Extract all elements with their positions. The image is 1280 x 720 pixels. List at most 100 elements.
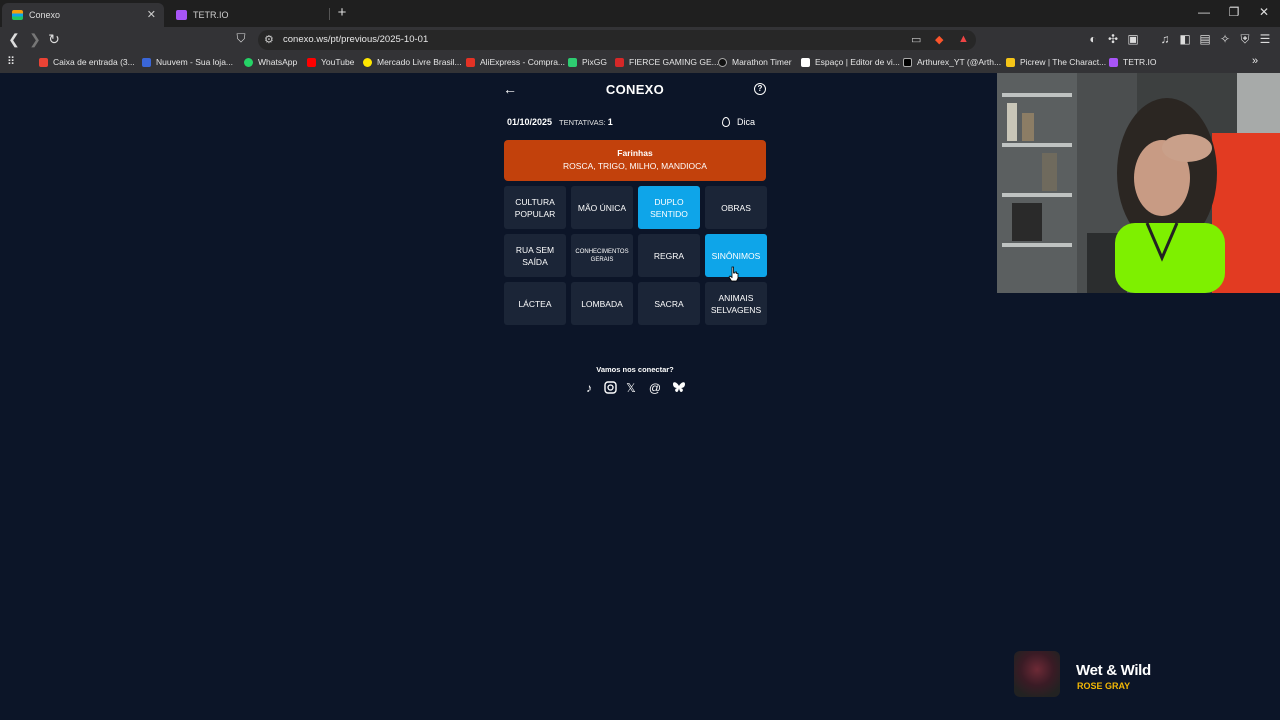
wallet-icon[interactable]: ▤ [1197,32,1213,46]
word-tile[interactable]: ANIMAIS SELVAGENS [705,282,767,325]
word-tile[interactable]: CULTURA POPULAR [504,186,566,229]
bookmark-label: TETR.IO [1123,57,1157,67]
tab-tetrio[interactable]: TETR.IO [166,3,328,27]
marathon-timer-icon [718,57,727,67]
leo-ai-icon[interactable]: ✧ [1217,32,1233,46]
tab-strip: Conexo ✕ TETR.IO + — ❐ ✕ [0,0,1280,27]
bookmark-label: PixGG [582,57,608,67]
bookmark-label: WhatsApp [258,57,298,67]
word-tile-selected[interactable]: DUPLO SENTIDO [638,186,700,229]
site-info-icon[interactable]: ⚙ [264,33,274,46]
url-text: conexo.ws/pt/previous/2025-10-01 [283,34,429,45]
word-tile[interactable]: CONHECIMENTOS GERAIS [571,234,633,277]
attempts-counter: TENTATIVAS: 1 [559,117,613,127]
minimize-icon[interactable]: — [1194,5,1214,19]
bookmark-item[interactable]: FIERCE GAMING GE... [615,57,719,67]
aliexpress-icon [466,57,475,67]
instagram-icon[interactable] [603,381,617,395]
menu-icon[interactable]: ☰ [1257,32,1273,46]
youtube-icon [307,57,316,67]
close-tab-icon[interactable]: ✕ [147,8,156,21]
bookmark-item[interactable]: PixGG [568,57,607,67]
bookmark-item[interactable]: WhatsApp [244,57,297,67]
webcam-overlay [997,73,1280,293]
bookmark-item[interactable]: TETR.IO [1109,57,1157,67]
word-tile[interactable]: OBRAS [705,186,767,229]
word-tile[interactable]: REGRA [638,234,700,277]
bookmark-label: Picrew | The Charact... [1020,57,1107,67]
bookmarks-bar: ⠿ Caixa de entrada (3... Nuuvem - Sua lo… [0,53,1280,73]
bookmark-label: Caixa de entrada (3... [53,57,135,67]
vpn-icon[interactable]: ⛨ [1237,32,1253,47]
tab-conexo[interactable]: Conexo ✕ [2,3,164,27]
bookmark-item[interactable]: Nuuvem - Sua loja... [142,57,233,67]
x-icon[interactable]: 𝕏 [624,381,638,395]
sidebar-icon[interactable]: ◧ [1177,32,1193,46]
bluesky-icon[interactable] [672,381,686,395]
new-tab-icon[interactable]: + [334,4,350,21]
now-playing-artist: ROSE GRAY [1077,681,1131,691]
bookmark-label: Mercado Livre Brasil... [377,57,462,67]
picrew-icon [1006,57,1015,67]
bookmark-label: FIERCE GAMING GE... [629,57,719,67]
browser-toolbar: ❮ ❯ ↻ ⛉ ⚙ conexo.ws/pt/previous/2025-10-… [0,27,1280,53]
bookmark-label: Arthurex_YT (@Arth... [917,57,1002,67]
game-header: ← CONEXO ? [503,80,767,100]
hint-label: Dica [736,117,755,127]
close-window-icon[interactable]: ✕ [1254,5,1274,19]
bookmark-item[interactable]: YouTube [307,57,354,67]
tab-title: Conexo [29,10,61,20]
screenshot-icon[interactable]: ▣ [1125,32,1141,46]
reload-icon[interactable]: ↻ [46,31,62,48]
apps-grid-icon[interactable]: ⠿ [7,55,15,68]
bookmark-label: AliExpress - Compra... [480,57,566,67]
bookmark-item[interactable]: Mercado Livre Brasil... [363,57,462,67]
tab-title: TETR.IO [193,10,229,20]
restore-icon[interactable]: ❐ [1224,5,1244,19]
back-icon[interactable]: ❮ [6,31,22,48]
conexo-app: ← CONEXO ? 01/10/2025 TENTATIVAS: 1 Dica… [503,80,767,325]
pixgg-icon [568,57,577,67]
puzzle-date: 01/10/2025 [507,117,553,127]
whatsapp-icon [244,57,253,67]
bookmark-item[interactable]: Marathon Timer [718,57,792,67]
threads-icon[interactable]: @ [648,381,662,395]
hand-cursor-icon [728,266,739,282]
bookmark-item[interactable]: Picrew | The Charact... [1006,57,1106,67]
help-icon[interactable]: ? [754,83,766,95]
album-art [1014,651,1060,697]
brave-shields-icon[interactable]: ◆ [935,33,943,46]
game-title: CONEXO [605,82,665,97]
more-bookmarks-icon[interactable]: » [1252,55,1258,67]
bookmark-item[interactable]: AliExpress - Compra... [466,57,565,67]
bookmark-icon[interactable]: ⛉ [233,31,249,46]
bookmark-item[interactable]: Espaço | Editor de vi... [801,57,900,67]
tetrio-icon [1109,57,1118,67]
extension-icon[interactable]: ◐ [1085,32,1101,46]
word-tile[interactable]: LOMBADA [571,282,633,325]
solved-group-words: ROSCA, TRIGO, MILHO, MANDIOCA [563,161,707,171]
word-tile[interactable]: MÃO ÚNICA [571,186,633,229]
mercado-livre-icon [363,57,372,67]
bookmark-label: Espaço | Editor de vi... [815,57,900,67]
brave-rewards-icon[interactable]: ▲ [958,33,969,45]
tiktok-icon[interactable]: ♪ [582,381,596,395]
extensions-puzzle-icon[interactable]: ✣ [1105,32,1121,46]
media-icon[interactable]: ♫ [1157,32,1173,46]
bookmark-item[interactable]: Caixa de entrada (3... [39,57,135,67]
x-icon [903,57,912,67]
bookmark-item[interactable]: Arthurex_YT (@Arth... [903,57,1001,67]
hint-button[interactable]: Dica [721,117,755,127]
address-bar[interactable]: ⚙ conexo.ws/pt/previous/2025-10-01 ▭ ◆ ▲ [258,30,976,50]
lightbulb-icon [721,117,730,127]
cast-icon[interactable]: ▭ [911,33,921,46]
tab-divider [329,8,330,20]
bookmark-label: Marathon Timer [732,57,792,67]
forward-icon[interactable]: ❯ [27,31,43,48]
word-tile[interactable]: RUA SEM SAÍDA [504,234,566,277]
word-tile[interactable]: SACRA [638,282,700,325]
word-tile[interactable]: LÁCTEA [504,282,566,325]
connect-heading: Vamos nos conectar? [596,365,674,374]
capcut-icon [801,57,810,67]
game-info-row: 01/10/2025 TENTATIVAS: 1 Dica [503,114,767,134]
